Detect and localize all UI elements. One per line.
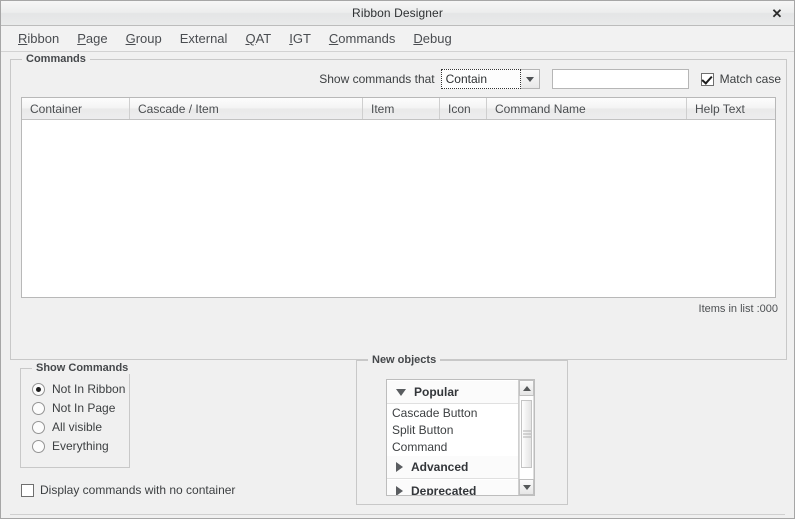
table-body[interactable] xyxy=(22,120,775,297)
tree-group-label: Advanced xyxy=(411,460,469,474)
radio-button-icon[interactable] xyxy=(32,420,45,434)
radio-all-visible[interactable]: All visible xyxy=(32,418,129,436)
command-filter-row: Show commands that Contain Match case xyxy=(319,69,781,89)
tree-item-cascade-button[interactable]: Cascade Button xyxy=(387,404,518,421)
scrollbar-track[interactable] xyxy=(519,396,534,479)
radio-not-in-page[interactable]: Not In Page xyxy=(32,399,129,417)
new-objects-list[interactable]: Popular Cascade Button Split Button Command… xyxy=(386,379,535,496)
tree-item-split-button[interactable]: Split Button xyxy=(387,421,518,438)
radio-label: Not In Ribbon xyxy=(52,382,126,396)
table-header-icon[interactable]: Icon xyxy=(440,98,487,119)
radio-button-icon[interactable] xyxy=(32,382,45,396)
table-header-container[interactable]: Container xyxy=(22,98,130,119)
triangle-down-icon[interactable] xyxy=(396,388,406,396)
title-bar: Ribbon Designer ✕ xyxy=(1,1,794,26)
show-commands-group-box: Show Commands Not In Ribbon Not In Page Al… xyxy=(20,362,133,468)
filter-mode-value[interactable]: Contain xyxy=(440,69,521,89)
menu-item-ribbon[interactable]: Ribbon xyxy=(9,28,68,49)
tree-group-popular[interactable]: Popular xyxy=(387,380,518,404)
radio-label: Everything xyxy=(52,439,109,453)
radio-button-icon[interactable] xyxy=(32,401,45,415)
chevron-down-icon[interactable] xyxy=(520,69,540,89)
table-header-command-name[interactable]: Command Name xyxy=(487,98,687,119)
menu-item-qat[interactable]: QAT xyxy=(236,28,280,49)
tree-group-advanced[interactable]: Advanced xyxy=(387,455,518,479)
commands-table[interactable]: Container Cascade / Item Item Icon Command N… xyxy=(21,97,776,298)
filter-mode-combo[interactable]: Contain xyxy=(440,69,540,89)
filter-search-input[interactable] xyxy=(551,69,689,89)
new-objects-tree[interactable]: Popular Cascade Button Split Button Command… xyxy=(387,380,518,495)
commands-group-box: Commands Show commands that Contain Matc… xyxy=(10,53,787,360)
menu-item-external[interactable]: External xyxy=(171,28,237,49)
radio-everything[interactable]: Everything xyxy=(32,437,129,455)
tree-group-label: Popular xyxy=(414,385,459,399)
menu-item-group[interactable]: Group xyxy=(117,28,171,49)
table-header-help-text[interactable]: Help Text xyxy=(687,98,775,119)
radio-label: All visible xyxy=(52,420,103,434)
commands-group-title: Commands xyxy=(22,53,90,65)
content-area: Commands Show commands that Contain Matc… xyxy=(1,52,794,518)
menu-item-igt[interactable]: IGT xyxy=(280,28,320,49)
show-commands-radio-group[interactable]: Not In Ribbon Not In Page All visible Every… xyxy=(21,369,129,455)
show-commands-group-title: Show Commands xyxy=(32,362,133,374)
match-case-checkbox[interactable]: Match case xyxy=(700,72,781,86)
match-case-label: Match case xyxy=(719,72,781,86)
menu-bar: Ribbon Page Group External QAT IGT Commands Deb… xyxy=(1,26,794,52)
ribbon-designer-window: Ribbon Designer ✕ Ribbon Page Group Externa… xyxy=(0,0,795,519)
new-objects-scrollbar[interactable] xyxy=(518,380,534,495)
window-title: Ribbon Designer xyxy=(352,6,443,20)
close-icon[interactable]: ✕ xyxy=(769,5,785,21)
scroll-up-icon[interactable] xyxy=(519,380,534,396)
radio-not-in-ribbon[interactable]: Not In Ribbon xyxy=(32,380,129,398)
new-objects-group-box: New objects Popular Cascade Button Split B… xyxy=(356,354,568,505)
triangle-right-icon[interactable] xyxy=(396,486,403,495)
footer-divider xyxy=(10,514,785,515)
items-in-list-label: Items in list :000 xyxy=(698,303,778,315)
tree-group-label: Deprecated xyxy=(411,484,477,495)
display-no-container-checkbox[interactable]: Display commands with no container xyxy=(21,483,235,497)
checkbox-icon[interactable] xyxy=(21,483,34,497)
checkmark-icon[interactable] xyxy=(700,72,714,86)
menu-item-page[interactable]: Page xyxy=(68,28,116,49)
scroll-down-icon[interactable] xyxy=(519,479,534,495)
display-no-container-label: Display commands with no container xyxy=(40,483,236,497)
menu-item-debug[interactable]: Debug xyxy=(404,28,460,49)
tree-item-command[interactable]: Command xyxy=(387,438,518,455)
radio-label: Not In Page xyxy=(52,401,116,415)
table-header-item[interactable]: Item xyxy=(363,98,440,119)
menu-item-commands[interactable]: Commands xyxy=(320,28,404,49)
table-header-row: Container Cascade / Item Item Icon Command N… xyxy=(22,98,775,120)
triangle-right-icon[interactable] xyxy=(396,462,403,472)
filter-label: Show commands that xyxy=(319,72,435,86)
table-header-cascade-item[interactable]: Cascade / Item xyxy=(130,98,363,119)
new-objects-group-title: New objects xyxy=(368,354,441,366)
scrollbar-thumb[interactable] xyxy=(521,400,532,468)
radio-button-icon[interactable] xyxy=(32,439,45,453)
tree-group-deprecated[interactable]: Deprecated xyxy=(387,479,518,495)
